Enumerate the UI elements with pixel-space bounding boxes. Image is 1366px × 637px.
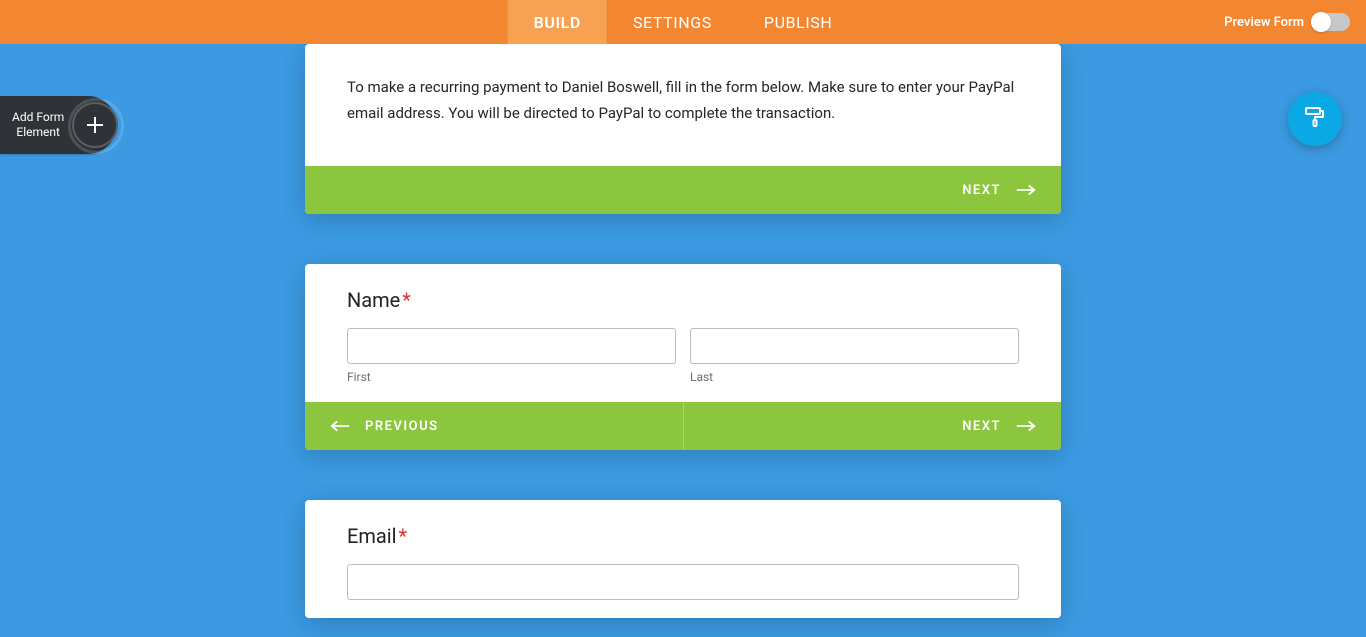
arrow-left-icon xyxy=(329,419,351,433)
tab-settings[interactable]: SETTINGS xyxy=(607,0,738,44)
next-button[interactable]: NEXT xyxy=(684,402,1062,450)
paint-roller-icon xyxy=(1303,105,1327,133)
toggle-knob xyxy=(1311,12,1331,32)
card-name-footer: PREVIOUS NEXT xyxy=(305,402,1061,450)
required-asterisk: * xyxy=(402,288,411,312)
name-field-block: Name* First Last xyxy=(305,264,1061,402)
form-designer-button[interactable] xyxy=(1288,92,1342,146)
last-name-input[interactable] xyxy=(690,328,1019,364)
tab-label: PUBLISH xyxy=(764,13,833,32)
tab-publish[interactable]: PUBLISH xyxy=(738,0,859,44)
required-asterisk: * xyxy=(399,524,408,548)
add-form-element-button[interactable]: Add Form Element xyxy=(0,96,116,154)
email-label: Email* xyxy=(347,524,1019,548)
add-label-line1: Add Form xyxy=(12,110,64,124)
last-name-sublabel: Last xyxy=(690,370,1019,384)
tab-label: SETTINGS xyxy=(633,13,712,32)
first-name-col: First xyxy=(347,328,676,384)
email-label-text: Email xyxy=(347,524,397,548)
preview-form-control: Preview Form xyxy=(1224,0,1366,44)
nav-tabs: BUILD SETTINGS PUBLISH xyxy=(508,0,859,44)
preview-form-toggle[interactable] xyxy=(1312,13,1350,31)
plus-icon xyxy=(72,102,118,148)
email-input[interactable] xyxy=(347,564,1019,600)
previous-label: PREVIOUS xyxy=(365,419,439,434)
add-form-element-label: Add Form Element xyxy=(12,110,72,140)
next-label: NEXT xyxy=(962,183,1001,198)
intro-text: To make a recurring payment to Daniel Bo… xyxy=(305,44,1061,166)
first-name-input[interactable] xyxy=(347,328,676,364)
next-button[interactable]: NEXT xyxy=(305,166,1061,214)
tab-label: BUILD xyxy=(534,13,581,32)
arrow-right-icon xyxy=(1015,183,1037,197)
name-label-text: Name xyxy=(347,288,400,312)
add-label-line2: Element xyxy=(16,125,60,139)
last-name-col: Last xyxy=(690,328,1019,384)
previous-button[interactable]: PREVIOUS xyxy=(305,402,684,450)
preview-form-label: Preview Form xyxy=(1224,15,1304,30)
first-name-sublabel: First xyxy=(347,370,676,384)
arrow-right-icon xyxy=(1015,419,1037,433)
card-email[interactable]: Email* xyxy=(305,500,1061,618)
card-name[interactable]: Name* First Last PREVIOUS xyxy=(305,264,1061,450)
name-label: Name* xyxy=(347,288,1019,312)
next-label: NEXT xyxy=(962,419,1001,434)
tab-build[interactable]: BUILD xyxy=(508,0,607,44)
email-field-block: Email* xyxy=(305,500,1061,618)
card-intro-footer: NEXT xyxy=(305,166,1061,214)
name-inputs-row: First Last xyxy=(347,328,1019,384)
top-nav: BUILD SETTINGS PUBLISH Preview Form xyxy=(0,0,1366,44)
form-canvas: To make a recurring payment to Daniel Bo… xyxy=(0,0,1366,618)
card-intro[interactable]: To make a recurring payment to Daniel Bo… xyxy=(305,44,1061,214)
